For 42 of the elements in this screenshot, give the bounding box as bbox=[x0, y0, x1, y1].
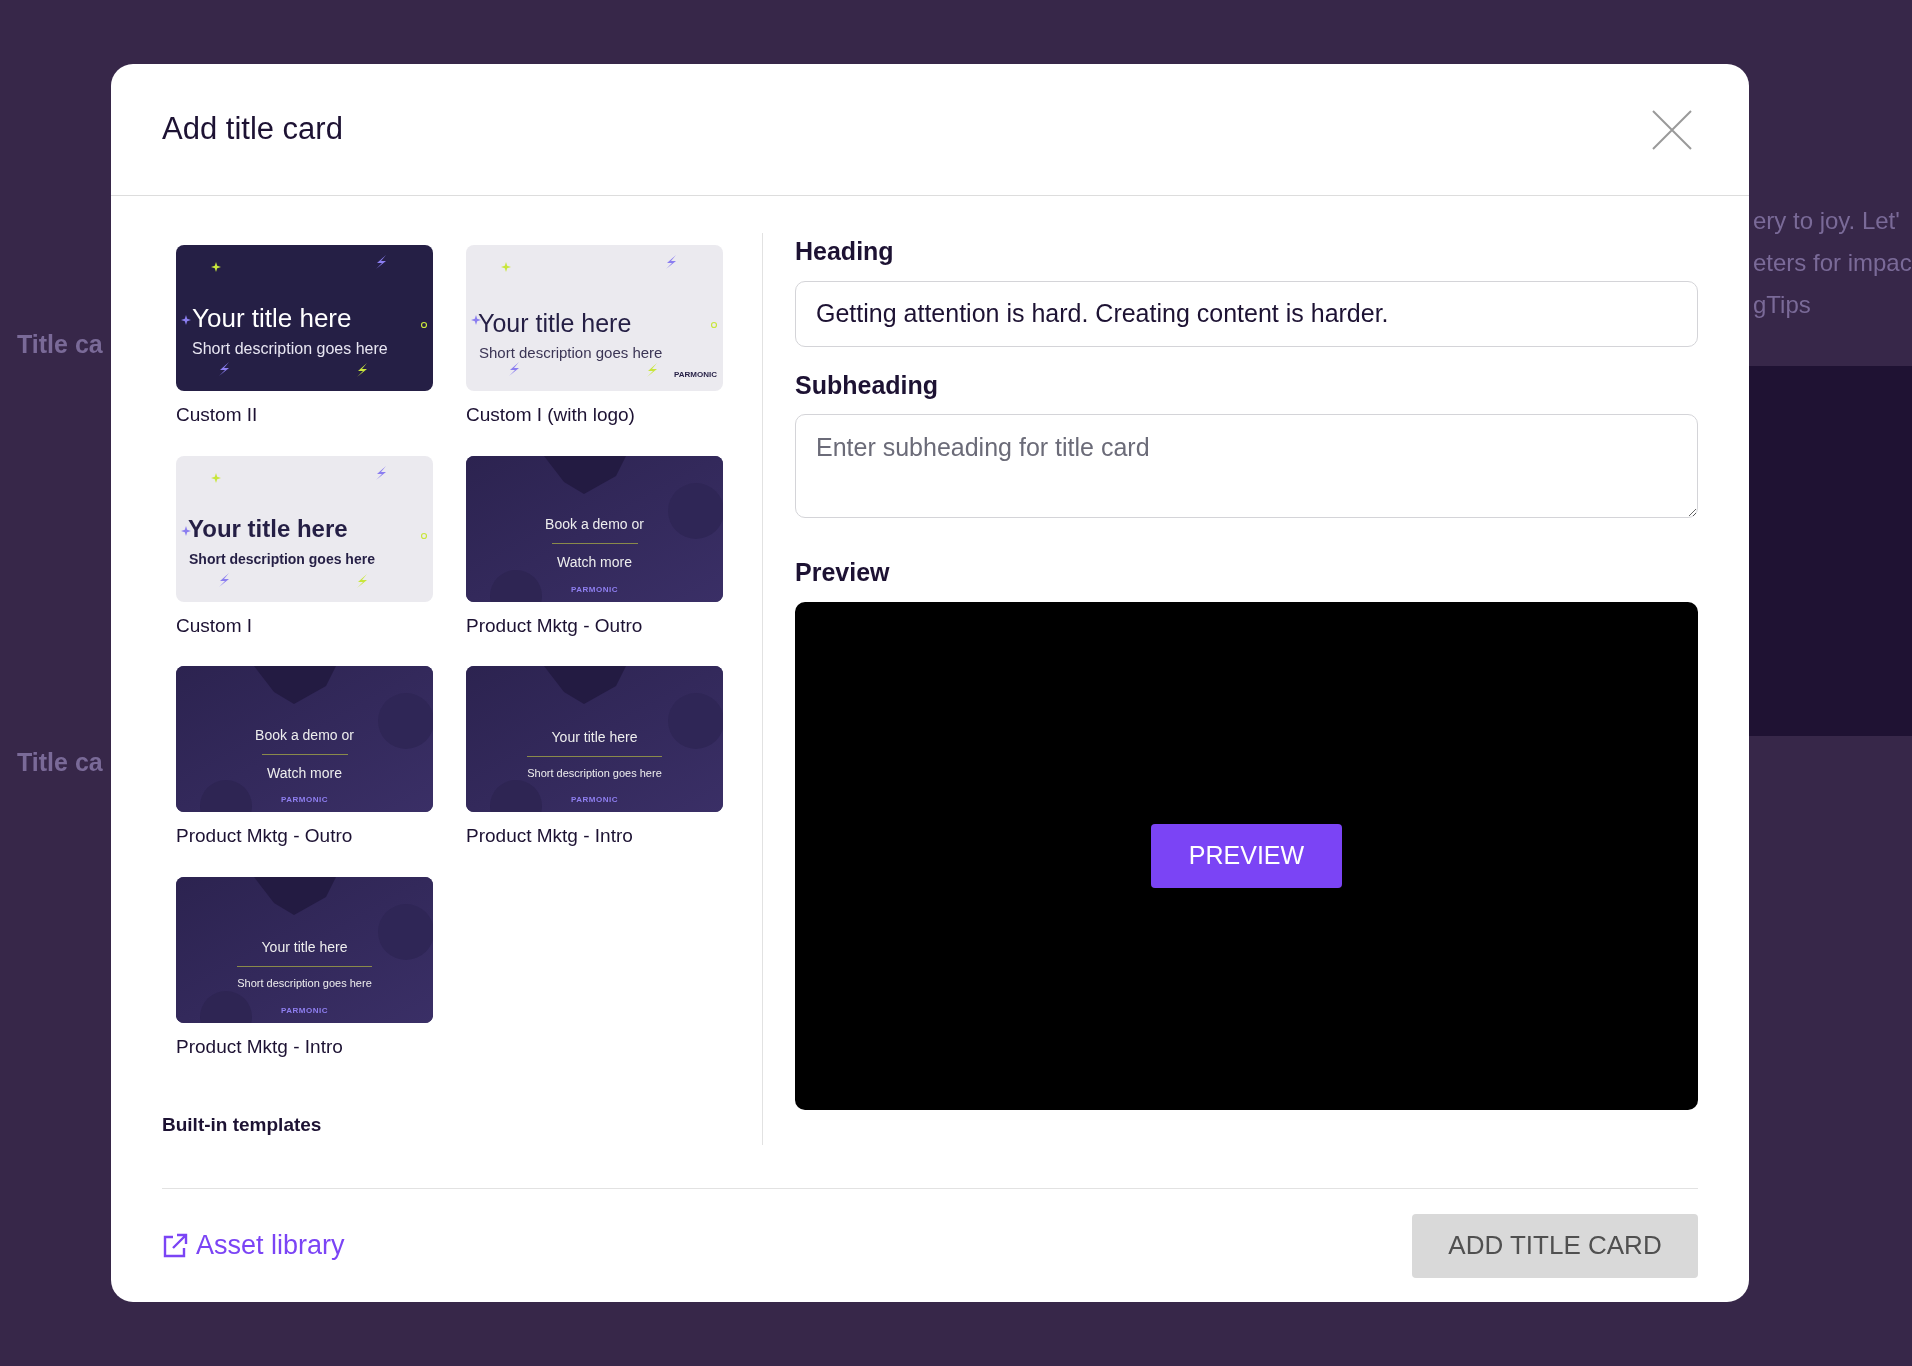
thumbnail-subtitle: Short description goes here bbox=[478, 343, 663, 364]
section-heading: Title ca bbox=[17, 329, 103, 360]
preview-button[interactable]: PREVIEW bbox=[1150, 823, 1343, 888]
template-name: Product Mktg - Outro bbox=[466, 613, 643, 638]
page-text: eters for impac bbox=[1752, 248, 1912, 278]
modal-title: Add title card bbox=[162, 110, 343, 149]
heading-field[interactable]: Getting attention is hard. Creating content is harder. bbox=[795, 280, 1698, 347]
template-name: Product Mktg - Intro bbox=[466, 824, 633, 848]
thumbnail-subtitle: Watch more bbox=[551, 543, 638, 573]
thumbnail-title: Your title here bbox=[477, 308, 632, 337]
template-name: Product Mktg - Intro bbox=[176, 1034, 343, 1059]
page-text: ery to joy. Let' bbox=[1752, 206, 1900, 236]
thumbnail-title: Your title here bbox=[551, 727, 638, 747]
thumbnail-title: Your title here bbox=[188, 517, 348, 541]
thumbnail-title: Your title here bbox=[261, 938, 348, 958]
template-name: Custom I bbox=[176, 613, 253, 638]
logo-text: PARMONIC bbox=[571, 794, 618, 806]
thumbnail-subtitle: Short description goes here bbox=[191, 339, 388, 359]
thumbnail-subtitle: Short description goes here bbox=[189, 550, 375, 569]
thumbnail-title: Your title here bbox=[191, 302, 352, 331]
asset-library-link[interactable]: Asset library bbox=[162, 1225, 345, 1266]
logo-text: PARMONIC bbox=[571, 583, 618, 596]
page-text: gTips bbox=[1752, 290, 1811, 320]
thumbnail-title: Book a demo or bbox=[255, 725, 354, 745]
template-name: Custom II bbox=[176, 403, 258, 427]
thumbnail-title: Book a demo or bbox=[545, 515, 644, 534]
field-label: Heading bbox=[795, 236, 894, 267]
external-link-icon bbox=[162, 1232, 188, 1259]
field-label: Subheading bbox=[795, 369, 939, 401]
thumbnail-subtitle: Watch more bbox=[261, 753, 348, 784]
section-heading: Title ca bbox=[17, 746, 103, 778]
template-name: Product Mktg - Outro bbox=[176, 824, 353, 848]
subheading-field[interactable]: Enter subheading for title card bbox=[795, 414, 1698, 518]
close-button[interactable] bbox=[1651, 108, 1693, 151]
template-name: Custom I (with logo) bbox=[466, 403, 635, 427]
field-label: Preview bbox=[795, 557, 890, 588]
logo-text: PARMONIC bbox=[281, 1004, 328, 1017]
thumbnail-subtitle: Short description goes here bbox=[237, 966, 372, 992]
logo-text: PARMONIC bbox=[674, 369, 717, 381]
thumbnail-subtitle: Short description goes here bbox=[527, 755, 662, 782]
section-caption: Built-in templates bbox=[162, 1113, 322, 1137]
logo-text: PARMONIC bbox=[281, 794, 328, 806]
